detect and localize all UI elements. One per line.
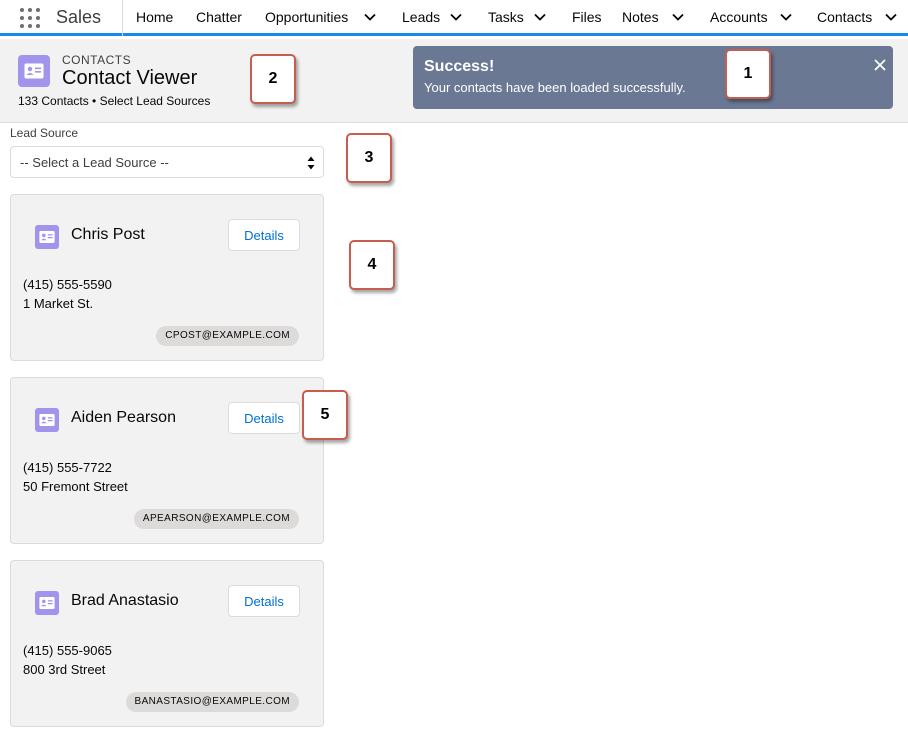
toast-message: Your contacts have been loaded successfu… [424,80,686,95]
nav-item-home[interactable]: Home [136,9,173,25]
contact-card-icon [35,591,59,615]
callout-3: 3 [346,133,392,183]
select-arrows-icon [307,155,315,171]
contact-card-icon [35,408,59,432]
app-launcher-icon[interactable] [20,8,42,30]
nav-item-tasks[interactable]: Tasks [488,9,524,25]
contact-phone: (415) 555-5590 [23,277,112,292]
details-button[interactable]: Details [228,219,300,251]
nav-item-chatter[interactable]: Chatter [196,9,242,25]
callout-4: 4 [349,240,395,290]
page-title: Contact Viewer [62,67,198,89]
nav-item-opportunities[interactable]: Opportunities [265,9,348,25]
callout-1: 1 [725,49,771,99]
nav-item-contacts[interactable]: Contacts [817,9,872,25]
contact-name: Chris Post [71,226,145,243]
header-eyebrow: CONTACTS [62,53,132,67]
accounts-chevron-down-icon[interactable] [779,10,793,24]
contact-address: 800 3rd Street [23,662,106,677]
details-button[interactable]: Details [228,585,300,617]
nav-item-notes[interactable]: Notes [622,9,659,25]
contact-phone: (415) 555-9065 [23,643,112,658]
opportunities-chevron-down-icon[interactable] [363,10,377,24]
contact-card-icon [18,55,50,87]
lead-source-selected-value: -- Select a Lead Source -- [20,155,169,170]
header-subtitle: 133 Contacts • Select Lead Sources [18,94,211,108]
callout-2: 2 [250,54,296,104]
callout-5: 5 [302,390,348,440]
contact-email-badge: APEARSON@EXAMPLE.COM [133,509,299,529]
contact-phone: (415) 555-7722 [23,460,112,475]
contact-name: Brad Anastasio [71,592,179,609]
close-icon[interactable] [873,58,887,72]
lead-source-select[interactable]: -- Select a Lead Source -- [10,146,324,178]
details-button[interactable]: Details [228,402,300,434]
contact-card-icon [35,225,59,249]
toast-title: Success! [424,58,495,75]
nav-item-leads[interactable]: Leads [402,9,440,25]
contact-email-badge: BANASTASIO@EXAMPLE.COM [125,692,299,712]
nav-item-files[interactable]: Files [572,9,602,25]
notes-chevron-down-icon[interactable] [671,10,685,24]
contact-address: 1 Market St. [23,296,94,311]
tasks-chevron-down-icon[interactable] [533,10,547,24]
lead-source-label: Lead Source [10,126,79,140]
nav-divider [122,0,123,36]
contact-email-badge: CPOST@EXAMPLE.COM [156,326,299,346]
top-navigation-bar: Sales Home Chatter Opportunities Leads T… [0,0,908,36]
contact-address: 50 Fremont Street [23,479,128,494]
contact-card: Chris Post Details (415) 555-5590 1 Mark… [10,194,324,361]
success-toast: Success! Your contacts have been loaded … [413,46,893,109]
leads-chevron-down-icon[interactable] [449,10,463,24]
contacts-chevron-down-icon[interactable] [884,10,898,24]
contact-name: Aiden Pearson [71,409,176,426]
contact-card: Aiden Pearson Details (415) 555-7722 50 … [10,377,324,544]
contact-card: Brad Anastasio Details (415) 555-9065 80… [10,560,324,727]
app-name: Sales [56,7,102,27]
nav-item-accounts[interactable]: Accounts [710,9,768,25]
